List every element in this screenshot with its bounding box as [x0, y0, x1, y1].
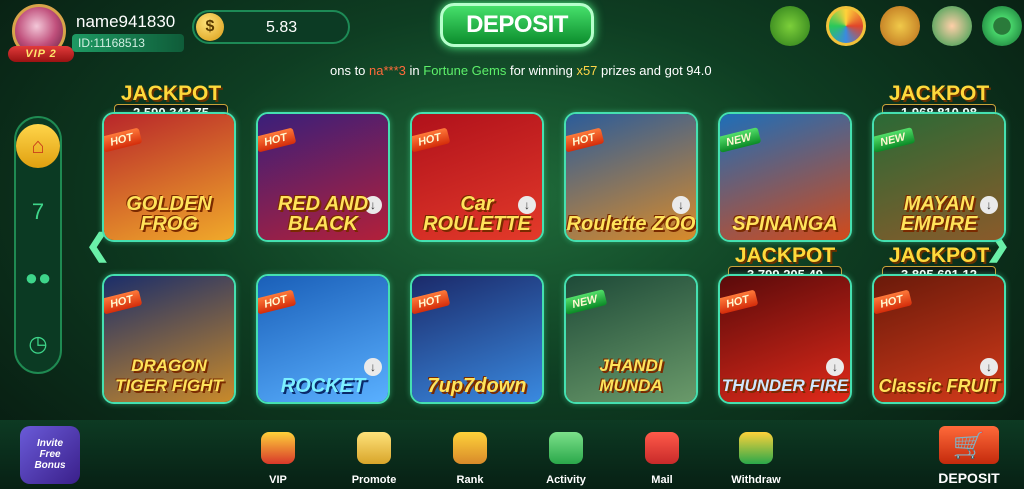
game-card-mayan-empire[interactable]: NEW ↓ MAYAN EMPIRE [872, 112, 1006, 242]
cart-icon: 🛒 [939, 426, 999, 464]
download-icon[interactable]: ↓ [672, 196, 690, 214]
activity-gift-icon [549, 432, 583, 464]
balance-box[interactable]: $ 5.83 [192, 10, 350, 44]
nav-vip[interactable]: VIP [248, 432, 308, 488]
game-title: GOLDEN FROG [126, 193, 212, 235]
win-ticker: ons to na***3 in Fortune Gems for winnin… [330, 60, 718, 82]
support-icon[interactable] [932, 6, 972, 46]
ticker-text: prizes and got 94.0 [597, 63, 712, 78]
game-card-jhandi-munda[interactable]: NEW JHANDI MUNDA [564, 274, 698, 404]
balance-value: 5.83 [266, 19, 298, 36]
jackpot-label: JACKPOT [120, 82, 222, 105]
game-title: MAYAN EMPIRE [900, 193, 978, 235]
jackpot-label: JACKPOT [888, 82, 990, 105]
nav-label: Withdraw [731, 474, 781, 486]
game-card-car-roulette[interactable]: HOT ↓ Car ROULETTE [410, 112, 544, 242]
top-bar: VIP 2 name941830 ID:11168513 $ 5.83 DEPO… [0, 0, 1024, 62]
wheel-icon[interactable] [826, 6, 866, 46]
withdraw-icon [739, 432, 773, 464]
rank-trophy-icon [453, 432, 487, 464]
game-card-rocket[interactable]: HOT ↓ ROCKET [256, 274, 390, 404]
game-title: 7up7down [427, 375, 527, 397]
ticker-user: na***3 [369, 63, 406, 78]
game-title: JHANDI MUNDA [599, 356, 663, 395]
nav-promote[interactable]: Promote [344, 432, 404, 488]
game-title: ROCKET [280, 375, 366, 397]
download-icon[interactable]: ↓ [364, 358, 382, 376]
nav-label: Mail [651, 474, 673, 486]
nav-label: Activity [546, 474, 586, 486]
game-title: Classic FRUIT [878, 376, 1000, 396]
deposit-cart-button[interactable]: 🛒 DEPOSIT [926, 426, 1012, 489]
nav-activity[interactable]: Activity [536, 432, 596, 488]
invite-bonus-button[interactable]: Invite Free Bonus [20, 426, 80, 484]
nav-label: Rank [456, 474, 484, 486]
invite-line: Bonus [34, 460, 66, 471]
invite-line: Free [39, 449, 61, 460]
mail-icon [645, 432, 679, 464]
ticker-text: in [405, 63, 424, 78]
gift-icon[interactable] [880, 6, 920, 46]
slots-icon[interactable]: 7 [16, 190, 60, 234]
bonus-mascot-icon[interactable] [770, 6, 810, 46]
vip-badge: VIP 2 [8, 46, 74, 62]
deposit-button[interactable]: DEPOSIT [440, 3, 594, 47]
game-card-golden-frog[interactable]: HOT GOLDEN FROG [102, 112, 236, 242]
game-card-classic-fruit[interactable]: HOT ↓ Classic FRUIT [872, 274, 1006, 404]
download-icon[interactable]: ↓ [826, 358, 844, 376]
download-icon[interactable]: ↓ [980, 358, 998, 376]
nav-rank[interactable]: Rank [440, 432, 500, 488]
invite-line: Invite [36, 438, 64, 449]
game-card-red-and-black[interactable]: HOT ↓ RED AND BLACK [256, 112, 390, 242]
game-title: THUNDER FIRE [721, 376, 849, 395]
multiplayer-icon[interactable]: ●● [16, 256, 60, 300]
promote-coins-icon [357, 432, 391, 464]
coin-icon: $ [196, 13, 224, 41]
jackpot-label: JACKPOT [888, 244, 990, 267]
ticker-game: Fortune Gems [423, 63, 507, 78]
game-title: DRAGON TIGER FIGHT [115, 356, 223, 395]
category-sidebar: ⌂ 7 ●● ◷ [14, 116, 62, 374]
nav-label: Promote [351, 474, 397, 486]
user-info: name941830 ID:11168513 [70, 10, 184, 52]
nav-withdraw[interactable]: Withdraw [726, 432, 786, 488]
game-card-spinanga[interactable]: NEW SPINANGA [718, 112, 852, 242]
game-card-roulette-zoo[interactable]: HOT ↓ Roulette ZOO [564, 112, 698, 242]
game-card-thunder-fire[interactable]: HOT ↓ THUNDER FIRE [718, 274, 852, 404]
game-title: SPINANGA [732, 213, 838, 235]
user-id: ID:11168513 [72, 34, 184, 52]
settings-icon[interactable] [982, 6, 1022, 46]
game-card-7up7down[interactable]: HOT 7up7down [410, 274, 544, 404]
history-icon[interactable]: ◷ [16, 322, 60, 366]
ticker-text: for winning [506, 63, 577, 78]
deposit-label: DEPOSIT [938, 470, 1000, 486]
nav-label: VIP [269, 474, 287, 486]
vip-crown-icon [261, 432, 295, 464]
ticker-text: ons to [330, 63, 370, 78]
home-icon[interactable]: ⌂ [16, 124, 60, 168]
nav-mail[interactable]: Mail [632, 432, 692, 488]
game-card-dragon-tiger-fight[interactable]: HOT DRAGON TIGER FIGHT [102, 274, 236, 404]
jackpot-label: JACKPOT [734, 244, 836, 267]
username: name941830 [76, 12, 176, 31]
bottom-nav [0, 420, 1024, 489]
game-title: Car ROULETTE [423, 193, 531, 235]
ticker-multiplier: x57 [576, 63, 598, 78]
game-title: Roulette ZOO [566, 213, 696, 235]
game-title: RED AND BLACK [277, 193, 369, 235]
